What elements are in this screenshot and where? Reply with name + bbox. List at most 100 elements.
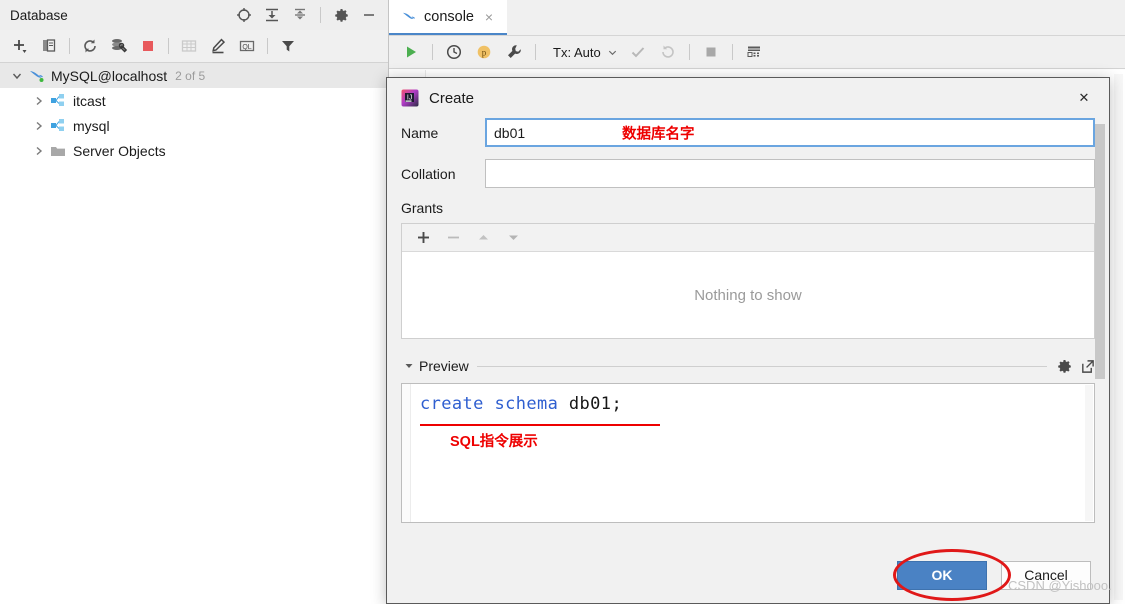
- collapse-all-icon[interactable]: [287, 3, 313, 27]
- open-in-editor-icon[interactable]: [1080, 359, 1095, 374]
- dialog-title-bar: IJ Create ✕: [387, 78, 1109, 118]
- sql-annotation: SQL指令展示: [450, 434, 538, 450]
- collation-input[interactable]: [485, 159, 1095, 188]
- sql-keyword: create schema: [420, 394, 559, 414]
- console-toolbar: p Tx: Auto: [389, 36, 1125, 69]
- stop-icon: [697, 39, 725, 65]
- move-up-button: [470, 227, 496, 249]
- app-window: Database QL MySQL@localhost 2 of 5 itcas…: [0, 0, 1125, 604]
- expand-all-icon[interactable]: [259, 3, 285, 27]
- sql-annotation-underline: [420, 424, 660, 426]
- database-toolbar: QL: [0, 30, 388, 63]
- editor-scrollbar[interactable]: [1114, 74, 1123, 600]
- tree-item-label: itcast: [73, 92, 106, 109]
- data-grid-icon[interactable]: [740, 39, 768, 65]
- query-console-icon[interactable]: QL: [233, 33, 261, 59]
- tab-console[interactable]: console ×: [389, 0, 507, 35]
- collation-row: Collation: [401, 159, 1095, 188]
- tab-label: console: [424, 8, 474, 25]
- grants-empty-state: Nothing to show: [402, 252, 1094, 338]
- add-grant-button[interactable]: [410, 227, 436, 249]
- panel-title: Database: [10, 7, 68, 23]
- transaction-mode-dropdown[interactable]: Tx: Auto: [543, 45, 622, 60]
- divider: [476, 365, 1047, 367]
- dialog-title: Create: [429, 89, 475, 107]
- grants-empty-text: Nothing to show: [694, 286, 802, 304]
- close-icon[interactable]: ✕: [1071, 85, 1097, 111]
- sql-preview[interactable]: create schema db01; SQL指令展示: [401, 383, 1095, 523]
- collation-label: Collation: [401, 165, 456, 182]
- preview-header: Preview: [401, 355, 1095, 377]
- chevron-down-icon[interactable]: [401, 361, 417, 371]
- history-icon[interactable]: [440, 39, 468, 65]
- close-icon[interactable]: ×: [481, 9, 497, 25]
- schema-icon: [48, 92, 68, 110]
- dialog-scrollbar[interactable]: [1095, 124, 1105, 399]
- grants-panel: Nothing to show: [401, 223, 1095, 339]
- divider: [731, 44, 733, 60]
- parameters-icon[interactable]: p: [470, 39, 498, 65]
- filter-icon[interactable]: [274, 33, 302, 59]
- divider: [267, 38, 268, 54]
- tree-item-server-objects[interactable]: Server Objects: [0, 138, 388, 163]
- tree-item-label: mysql: [73, 117, 110, 134]
- sql-identifier: db01;: [558, 394, 623, 414]
- divider: [432, 44, 433, 60]
- datagrip-app-icon: IJ: [401, 89, 419, 107]
- settings-gear-icon[interactable]: [328, 3, 354, 27]
- schema-icon: [48, 117, 68, 135]
- folder-icon: [48, 142, 68, 160]
- commit-icon: [624, 39, 652, 65]
- name-input-value: db01: [494, 124, 526, 141]
- preview-settings-gear-icon[interactable]: [1057, 359, 1072, 374]
- name-row: Name db01 数据库名字: [401, 118, 1095, 147]
- database-panel-header: Database: [0, 0, 388, 30]
- divider: [535, 44, 536, 60]
- rollback-icon: [654, 39, 682, 65]
- duplicate-icon[interactable]: [35, 33, 63, 59]
- editor-tab-bar: console ×: [389, 0, 1125, 36]
- tree-item-label: MySQL@localhost: [51, 67, 168, 84]
- dialog-footer: OK Cancel: [387, 547, 1109, 603]
- mysql-dolphin-icon: [401, 10, 417, 24]
- svg-text:p: p: [482, 47, 487, 57]
- execute-icon[interactable]: [397, 39, 425, 65]
- edit-icon[interactable]: [204, 33, 232, 59]
- grants-toolbar: [402, 224, 1094, 252]
- chevron-right-icon[interactable]: [30, 117, 48, 135]
- remove-grant-button: [440, 227, 466, 249]
- tree-item-itcast[interactable]: itcast: [0, 88, 388, 113]
- add-icon[interactable]: [6, 33, 34, 59]
- chevron-down-icon[interactable]: [8, 67, 26, 85]
- name-input[interactable]: db01 数据库名字: [485, 118, 1095, 147]
- tx-label-text: Tx: Auto: [553, 44, 601, 60]
- dialog-scrollbar-thumb[interactable]: [1095, 124, 1105, 379]
- chevron-right-icon[interactable]: [30, 92, 48, 110]
- chevron-down-icon[interactable]: [607, 47, 618, 58]
- stop-icon[interactable]: [134, 33, 162, 59]
- settings-wrench-icon[interactable]: [500, 39, 528, 65]
- locate-icon[interactable]: [231, 3, 257, 27]
- database-panel: Database QL MySQL@localhost 2 of 5 itcas…: [0, 0, 389, 604]
- ok-button[interactable]: OK: [897, 560, 987, 590]
- table-icon: [175, 33, 203, 59]
- dialog-body: Name db01 数据库名字 Collation Grants Nothing…: [387, 118, 1109, 523]
- divider: [69, 38, 70, 54]
- chevron-right-icon[interactable]: [30, 142, 48, 160]
- name-label: Name: [401, 124, 439, 141]
- svg-text:QL: QL: [242, 44, 251, 51]
- svg-text:IJ: IJ: [407, 94, 412, 101]
- sql-preview-text: create schema db01;: [420, 394, 622, 414]
- minimize-icon[interactable]: [356, 3, 382, 27]
- tree-item-mysql-localhost[interactable]: MySQL@localhost 2 of 5: [0, 63, 388, 88]
- refresh-icon[interactable]: [76, 33, 104, 59]
- mysql-dolphin-icon: [26, 67, 46, 85]
- divider: [688, 44, 690, 60]
- tree-item-mysql[interactable]: mysql: [0, 113, 388, 138]
- divider: [320, 7, 321, 23]
- divider: [168, 38, 169, 54]
- panel-header-actions: [231, 3, 382, 27]
- sync-settings-icon[interactable]: [105, 33, 133, 59]
- preview-scrollbar[interactable]: [1085, 385, 1093, 521]
- move-down-button: [500, 227, 526, 249]
